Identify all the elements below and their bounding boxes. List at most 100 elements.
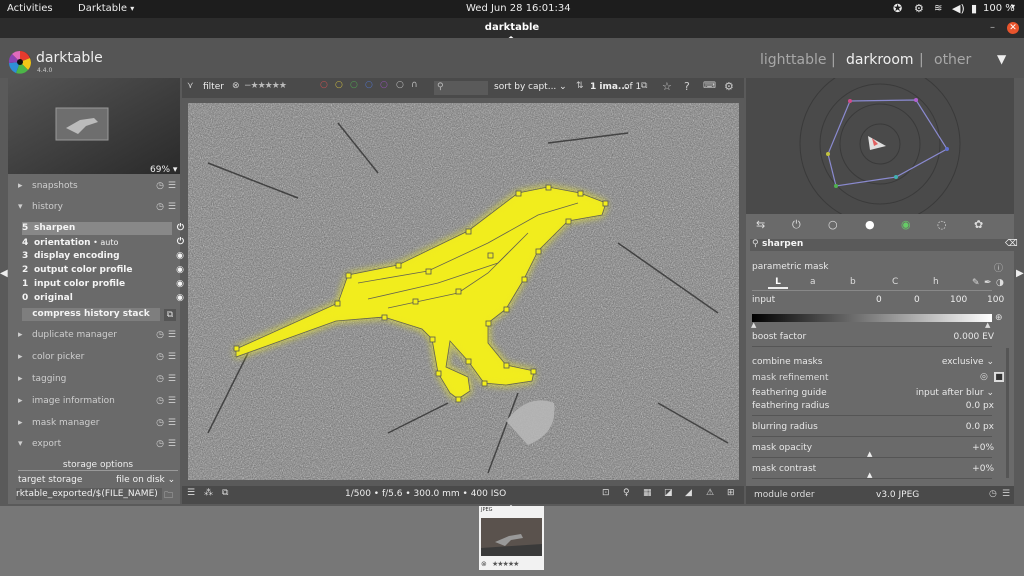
folder-icon[interactable]: 🗀 — [164, 488, 173, 504]
tab-C[interactable]: C — [892, 277, 898, 287]
reset-icon[interactable]: ◷ — [989, 489, 997, 499]
text-search-input[interactable]: ⚲ — [434, 81, 488, 95]
star-icon[interactable]: ☆ — [662, 80, 672, 93]
zoom-level[interactable]: 69% ▾ — [150, 165, 177, 175]
slider-marker-icon[interactable]: ▲ — [751, 321, 756, 329]
views-dropdown-icon[interactable]: ▼ — [997, 52, 1006, 66]
gear-icon[interactable]: ⚙ — [724, 80, 734, 93]
module-history[interactable]: ▾ history ◷ ☰ — [18, 197, 178, 217]
tab-h[interactable]: h — [933, 277, 939, 287]
add-icon[interactable]: ⊕ — [995, 313, 1003, 323]
module-color-picker[interactable]: ▸ color picker ◷ ☰ — [18, 347, 178, 367]
presets-icon[interactable]: ☰ — [168, 197, 176, 217]
mask-display-icon[interactable]: ■ — [994, 372, 1004, 382]
presets-icon[interactable]: ☰ — [168, 369, 176, 389]
history-item[interactable]: 3 display encoding ◉ — [22, 250, 184, 263]
reset-icon[interactable]: ◷ — [156, 434, 164, 454]
keyboard-icon[interactable]: ⌨ — [703, 81, 716, 91]
combine-masks-select[interactable]: exclusive ⌄ — [942, 357, 994, 367]
show-mask-icon[interactable]: ◎ — [980, 372, 988, 382]
blurring-radius-slider[interactable] — [752, 436, 992, 437]
module-mask-manager[interactable]: ▸ mask manager ◷ ☰ — [18, 413, 178, 433]
color-label-green-icon[interactable]: ○ — [350, 80, 358, 90]
history-item[interactable]: 2 output color profile ◉ — [22, 264, 184, 277]
blurring-radius-value[interactable]: 0.0 px — [966, 422, 994, 432]
boost-factor-slider[interactable] — [752, 346, 992, 347]
feathering-radius-value[interactable]: 0.0 px — [966, 401, 994, 411]
history-item[interactable]: 5 sharpen ⏻ — [22, 222, 184, 235]
module-search-input[interactable]: ⚲ sharpen ⌫ — [750, 239, 1018, 251]
module-export[interactable]: ▾ export ◷ ☰ — [18, 434, 178, 454]
left-panel-toggle-icon[interactable]: ◀ — [0, 268, 8, 279]
sort-order-icon[interactable]: ⇅ — [576, 81, 584, 91]
color-assessment-icon[interactable]: ♀ — [623, 488, 630, 498]
presets-icon[interactable]: ☰ — [168, 413, 176, 433]
color-label-operator-icon[interactable]: ∩ — [411, 80, 418, 90]
styles-icon[interactable]: ⁂ — [204, 488, 213, 498]
help-icon[interactable]: ? — [684, 80, 690, 93]
reset-icon[interactable]: ◷ — [156, 197, 164, 217]
right-panel-toggle-icon[interactable]: ▶ — [1016, 268, 1024, 279]
raw-overexposure-icon[interactable]: ▦ — [643, 488, 652, 498]
presets-icon[interactable]: ☰ — [1002, 489, 1010, 499]
picker-icon[interactable]: ✎ — [972, 278, 980, 288]
module-tagging[interactable]: ▸ tagging ◷ ☰ — [18, 369, 178, 389]
reset-icon[interactable]: ◷ — [156, 347, 164, 367]
target-storage-select[interactable]: file on disk ⌄ — [116, 475, 175, 485]
presets-icon[interactable]: ☰ — [168, 325, 176, 345]
reset-icon[interactable]: ◷ — [156, 176, 164, 196]
correct-modules-icon[interactable]: ◌ — [937, 218, 947, 231]
clear-search-icon[interactable]: ⌫ — [1005, 239, 1018, 249]
clock[interactable]: Wed Jun 28 16:01:34 — [466, 3, 571, 14]
minimize-icon[interactable]: – — [990, 18, 995, 38]
tab-b[interactable]: b — [850, 277, 856, 287]
close-window-button[interactable]: ✕ — [1007, 22, 1019, 34]
thumb-rating-stars[interactable]: ★★★★★ — [492, 560, 519, 568]
presets-menu-icon[interactable]: ☰ — [187, 488, 195, 498]
tone-modules-icon[interactable]: ● — [865, 218, 875, 231]
rejected-filter-icon[interactable]: ⊗ — [232, 81, 240, 91]
presets-icon[interactable]: ☰ — [168, 347, 176, 367]
color-label-purple-icon[interactable]: ○ — [380, 80, 388, 90]
thumb-reject-icon[interactable]: ⊗ — [481, 560, 487, 568]
history-item[interactable]: 4 orientation • auto ⏻ — [22, 236, 184, 249]
view-other[interactable]: other — [934, 52, 971, 68]
truncate-history-icon[interactable]: ⧉ — [164, 309, 176, 321]
softproof-icon[interactable]: ◢ — [685, 488, 692, 498]
filmstrip-thumbnail[interactable]: JPEG ⊗ ★★★★★ — [479, 506, 544, 570]
scrollbar[interactable] — [1006, 348, 1009, 478]
tab-L[interactable]: L — [768, 277, 788, 289]
history-item[interactable]: 0 original ◉ — [22, 292, 184, 305]
presets-icon[interactable]: ☰ — [168, 434, 176, 454]
app-menu-button[interactable]: Darktable ▾ — [78, 3, 134, 14]
color-label-any-icon[interactable]: ○ — [396, 80, 404, 90]
rating-filter-stars[interactable]: −★★★★★ — [244, 81, 287, 91]
reset-icon[interactable]: ◷ — [156, 391, 164, 411]
module-image-information[interactable]: ▸ image information ◷ ☰ — [18, 391, 178, 411]
system-menu-caret-icon[interactable]: ▾ — [1011, 2, 1015, 11]
base-modules-icon[interactable]: ○ — [828, 218, 838, 231]
slider-marker-icon[interactable]: ▲ — [985, 321, 990, 329]
info-icon[interactable]: ⓘ — [994, 261, 1003, 274]
input-gradient-slider[interactable] — [752, 314, 992, 322]
compress-history-button[interactable]: compress history stack — [22, 308, 160, 321]
module-snapshots[interactable]: ▸ snapshots ◷ ☰ — [18, 176, 178, 196]
focus-peaking-icon[interactable]: ⊡ — [602, 488, 610, 498]
feathering-guide-select[interactable]: input after blur ⌄ — [916, 388, 994, 398]
wifi-icon[interactable]: ≋ — [934, 3, 942, 14]
accessibility-icon[interactable]: ✪ — [893, 2, 902, 15]
boost-factor-value[interactable]: 0.000 EV — [954, 332, 994, 342]
clipping-indicator-icon[interactable]: ◪ — [664, 488, 673, 498]
effect-modules-icon[interactable]: ✿ — [974, 218, 983, 231]
color-label-yellow-icon[interactable]: ○ — [335, 80, 343, 90]
second-window-icon[interactable]: ⧉ — [222, 488, 228, 498]
presets-icon[interactable]: ☰ — [168, 176, 176, 196]
mask-opacity-value[interactable]: +0% — [972, 443, 994, 453]
sort-select[interactable]: capt... ⌄ — [528, 82, 567, 92]
color-modules-icon[interactable]: ◉ — [901, 218, 911, 231]
slider-marker-icon[interactable]: ▲ — [867, 471, 872, 479]
vectorscope[interactable] — [746, 63, 1014, 225]
reset-icon[interactable]: ◷ — [156, 369, 164, 389]
reset-icon[interactable]: ◷ — [156, 413, 164, 433]
view-lighttable[interactable]: lighttable — [760, 52, 827, 68]
